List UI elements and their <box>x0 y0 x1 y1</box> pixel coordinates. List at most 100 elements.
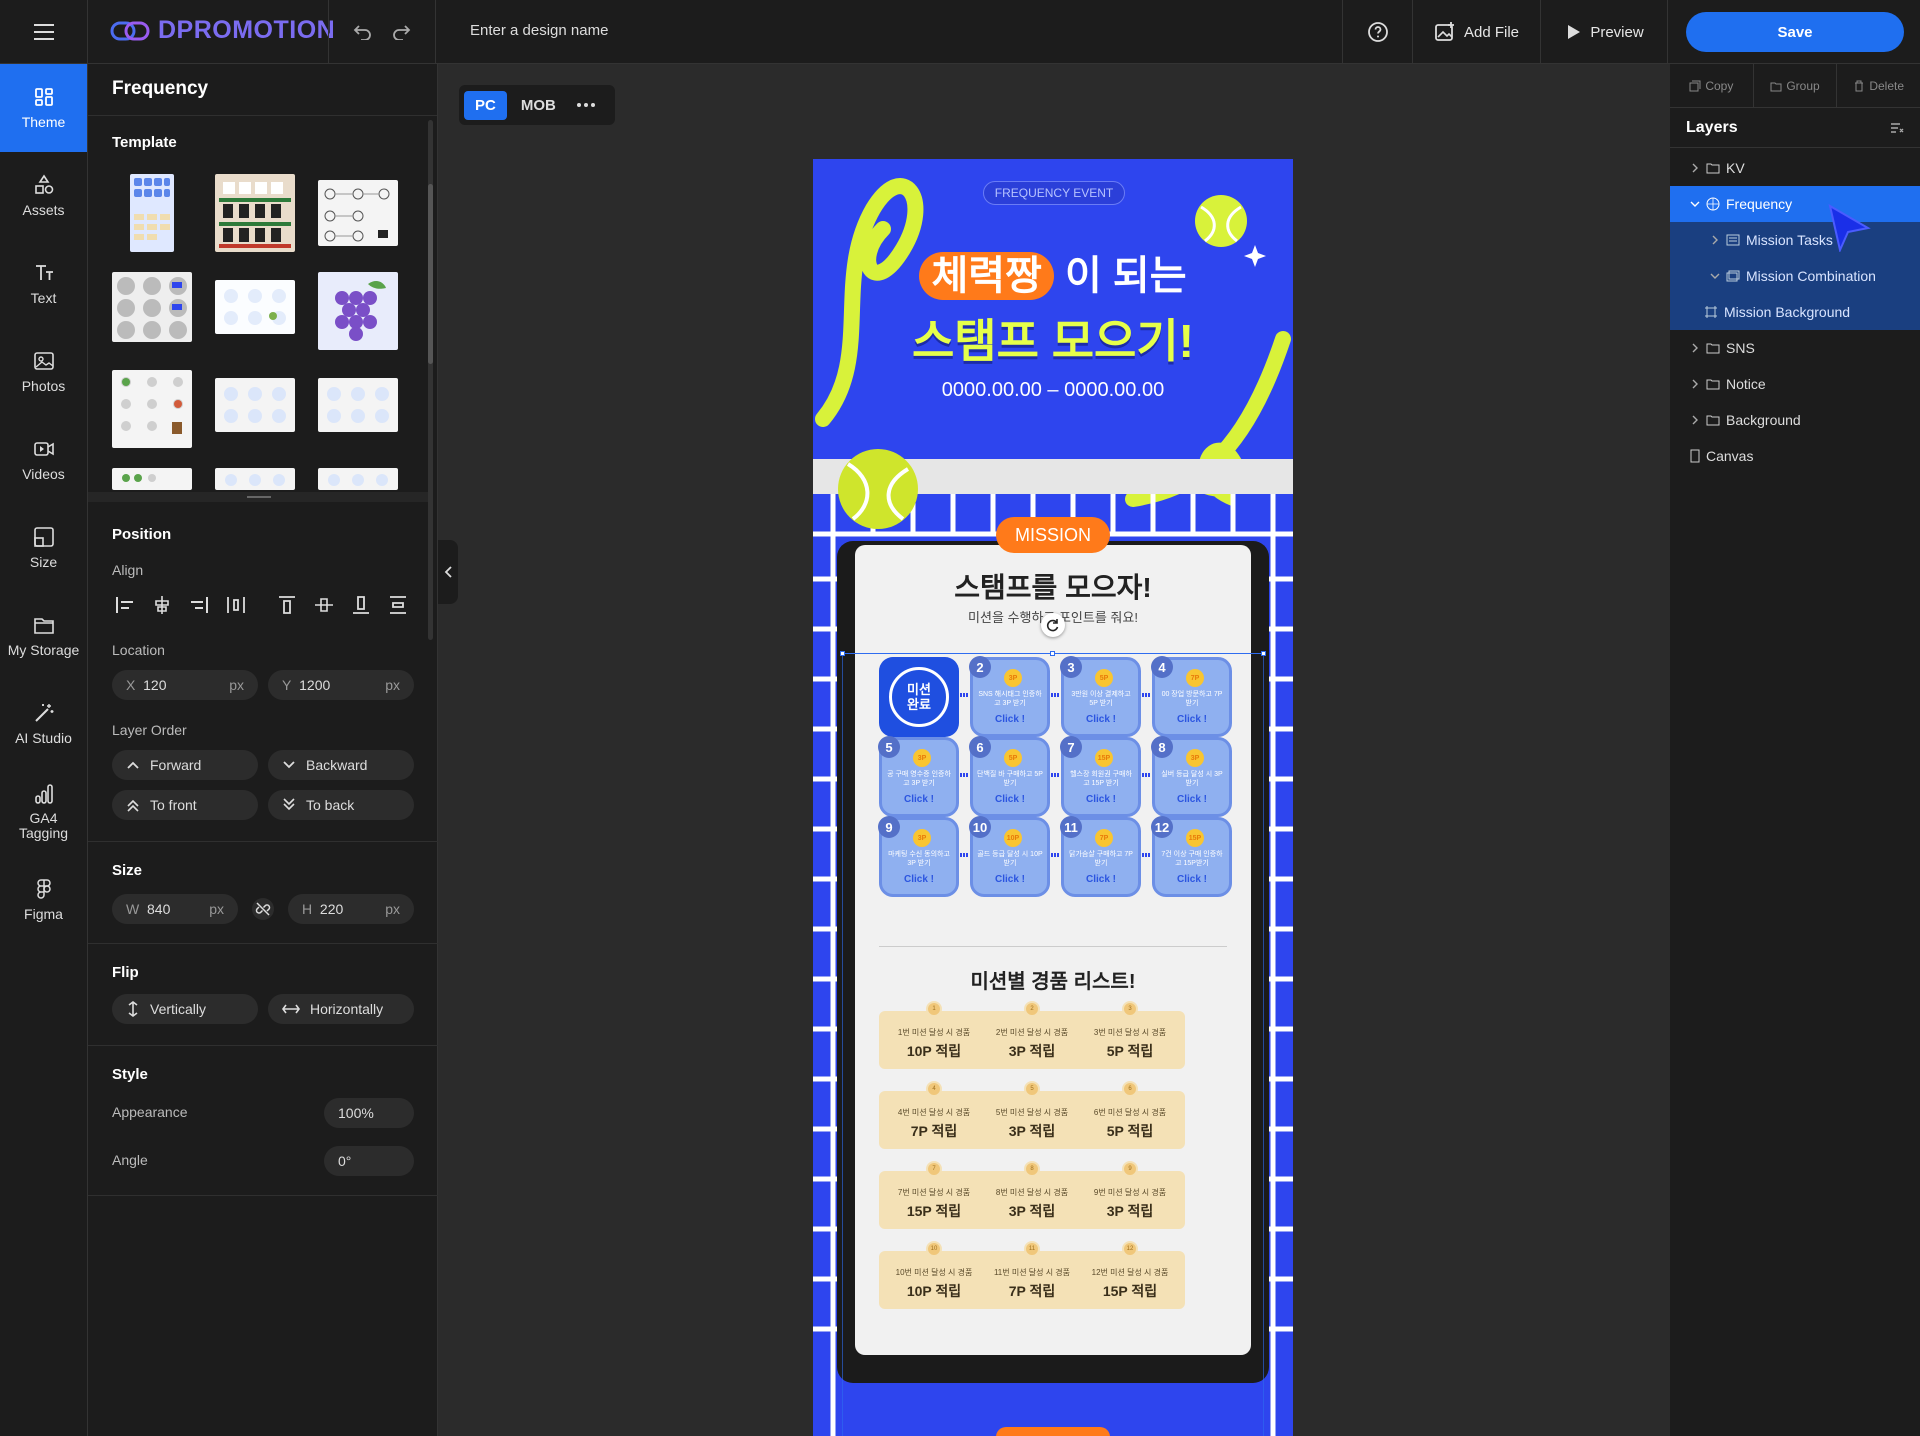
align-top-icon[interactable] <box>276 594 298 616</box>
sidebar-item-theme[interactable]: Theme <box>0 64 87 152</box>
design-artboard[interactable]: FREQUENCY EVENT 체력짱 이 되는 스탬프 모으기! 0000.0… <box>813 159 1293 1436</box>
align-left-icon[interactable] <box>114 594 136 616</box>
panel-resize-bar[interactable] <box>88 492 430 502</box>
collapse-panel-button[interactable] <box>438 540 458 604</box>
brand-logo[interactable]: DPROMOTION <box>110 16 335 45</box>
redo-icon[interactable] <box>391 24 411 40</box>
sidebar-item-photos[interactable]: Photos <box>0 328 87 416</box>
group-button[interactable]: Group <box>1754 64 1838 107</box>
mission-click-cta[interactable]: Click ! <box>1064 794 1138 805</box>
chevron-down-icon[interactable] <box>1710 271 1720 281</box>
mission-card-item[interactable]: 10 10P 골드 등급 달성 시 10P 받기 Click ! <box>969 816 1050 897</box>
distribute-horizontal-icon[interactable] <box>225 594 247 616</box>
template-thumb[interactable] <box>318 180 398 246</box>
mission-card-item[interactable]: 3 5P 3만원 이상 결제하고 5P 받기 Click ! <box>1060 656 1141 737</box>
mission-click-cta[interactable]: Click ! <box>882 874 956 885</box>
align-right-icon[interactable] <box>188 594 210 616</box>
layer-item-background[interactable]: Background <box>1670 402 1920 438</box>
resize-handle[interactable] <box>840 651 845 656</box>
template-thumb[interactable] <box>215 378 295 432</box>
mission-stamp-completed[interactable]: 미션 완료 <box>879 657 959 737</box>
layer-item-mission-tasks[interactable]: Mission Tasks <box>1670 222 1920 258</box>
copy-button[interactable]: Copy <box>1670 64 1754 107</box>
distribute-vertical-icon[interactable] <box>387 594 409 616</box>
mission-card-item[interactable]: 2 3P SNS 해시태그 인증하고 3P 받기 Click ! <box>969 656 1050 737</box>
x-input[interactable]: X 120 px <box>112 670 258 700</box>
chevron-right-icon[interactable] <box>1690 379 1700 389</box>
mission-click-cta[interactable]: Click ! <box>882 794 956 805</box>
mission-click-cta[interactable]: Click ! <box>973 714 1047 725</box>
align-horizontal-center-icon[interactable] <box>151 594 173 616</box>
mission-click-cta[interactable]: Click ! <box>973 874 1047 885</box>
backward-button[interactable]: Backward <box>268 750 414 780</box>
mission-card-item[interactable]: 6 5P 단백질 바 구매하고 5P 받기 Click ! <box>969 736 1050 817</box>
menu-button[interactable] <box>0 0 88 64</box>
add-file-button[interactable]: Add File <box>1412 0 1540 64</box>
height-input[interactable]: H 220 px <box>288 894 414 924</box>
layer-item-sns[interactable]: SNS <box>1670 330 1920 366</box>
template-thumb[interactable] <box>112 468 192 490</box>
sidebar-item-my-storage[interactable]: My Storage <box>0 592 87 680</box>
mission-card-item[interactable]: 4 7P 00 장업 방문하고 7P 받기 Click ! <box>1151 656 1232 737</box>
mission-card-item[interactable]: 12 15P 7건 이상 구매 인증하고 15P받기 Click ! <box>1151 816 1232 897</box>
undo-icon[interactable] <box>353 24 373 40</box>
template-thumb[interactable] <box>112 272 192 342</box>
to-back-button[interactable]: To back <box>268 790 414 820</box>
layer-item-mission-background[interactable]: Mission Background <box>1670 294 1920 330</box>
to-front-button[interactable]: To front <box>112 790 258 820</box>
flip-vertical-button[interactable]: Vertically <box>112 994 258 1024</box>
layer-item-notice[interactable]: Notice <box>1670 366 1920 402</box>
mission-click-cta[interactable]: Click ! <box>1064 714 1138 725</box>
resize-handle[interactable] <box>1261 651 1266 656</box>
forward-button[interactable]: Forward <box>112 750 258 780</box>
layer-item-frequency[interactable]: Frequency <box>1670 186 1920 222</box>
panel-scrollbar-thumb[interactable] <box>428 184 433 364</box>
template-thumb[interactable] <box>112 370 192 448</box>
mission-card-item[interactable]: 11 7P 닭가슴살 구매하고 7P 받기 Click ! <box>1060 816 1141 897</box>
sidebar-item-videos[interactable]: Videos <box>0 416 87 504</box>
width-input[interactable]: W 840 px <box>112 894 238 924</box>
template-thumb[interactable] <box>318 468 398 490</box>
delete-button[interactable]: Delete <box>1837 64 1920 107</box>
unlink-ratio-icon[interactable] <box>251 897 275 921</box>
save-button[interactable]: Save <box>1686 12 1904 52</box>
chevron-right-icon[interactable] <box>1690 163 1700 173</box>
more-icon[interactable] <box>576 102 596 108</box>
design-name-input[interactable]: Enter a design name <box>470 22 608 39</box>
layer-item-canvas[interactable]: Canvas <box>1670 438 1920 474</box>
chevron-down-icon[interactable] <box>1690 199 1700 209</box>
pc-view-button[interactable]: PC <box>464 90 507 120</box>
sidebar-item-size[interactable]: Size <box>0 504 87 592</box>
template-thumb[interactable] <box>318 272 398 350</box>
sidebar-item-ga4-tagging[interactable]: GA4 Tagging <box>0 768 87 856</box>
chevron-right-icon[interactable] <box>1690 343 1700 353</box>
mission-card-item[interactable]: 7 15P 헬스장 회원권 구매하고 15P 받기 Click ! <box>1060 736 1141 817</box>
mission-click-cta[interactable]: Click ! <box>1155 714 1229 725</box>
template-thumb[interactable] <box>215 174 295 252</box>
mission-click-cta[interactable]: Click ! <box>1064 874 1138 885</box>
template-thumb[interactable] <box>318 378 398 432</box>
chevron-right-icon[interactable] <box>1690 415 1700 425</box>
layer-item-kv[interactable]: KV <box>1670 150 1920 186</box>
mission-card-item[interactable]: 9 3P 마케팅 수신 동의하고 3P 받기 Click ! <box>878 816 959 897</box>
sidebar-item-figma[interactable]: Figma <box>0 856 87 944</box>
clear-list-icon[interactable] <box>1890 121 1904 135</box>
template-thumb[interactable] <box>130 174 174 252</box>
mob-view-button[interactable]: MOB <box>513 91 564 120</box>
preview-button[interactable]: Preview <box>1540 0 1668 64</box>
resize-handle[interactable] <box>1050 651 1055 656</box>
layer-item-mission-combination[interactable]: Mission Combination <box>1670 258 1920 294</box>
sidebar-item-ai-studio[interactable]: AI Studio <box>0 680 87 768</box>
flip-horizontal-button[interactable]: Horizontally <box>268 994 414 1024</box>
mission-click-cta[interactable]: Click ! <box>1155 794 1229 805</box>
template-thumb[interactable] <box>215 280 295 334</box>
mission-card-item[interactable]: 5 3P 공 구매 영수증 인증하고 3P 받기 Click ! <box>878 736 959 817</box>
template-thumb[interactable] <box>215 468 295 490</box>
angle-input[interactable]: 0° <box>324 1146 414 1176</box>
mission-click-cta[interactable]: Click ! <box>1155 874 1229 885</box>
mission-card-item[interactable]: 8 3P 실버 등급 달성 시 3P 받기 Click ! <box>1151 736 1232 817</box>
mission-click-cta[interactable]: Click ! <box>973 794 1047 805</box>
sidebar-item-text[interactable]: Text <box>0 240 87 328</box>
align-bottom-icon[interactable] <box>350 594 372 616</box>
chevron-right-icon[interactable] <box>1710 235 1720 245</box>
